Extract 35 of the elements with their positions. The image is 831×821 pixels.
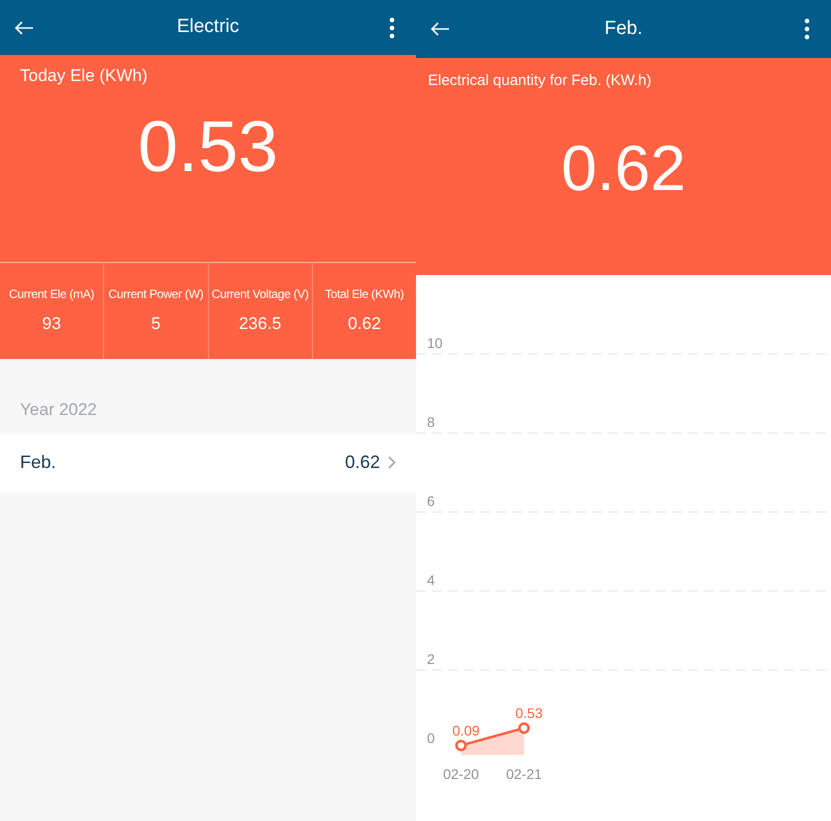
back-arrow-icon bbox=[14, 20, 34, 36]
month-label: Feb. bbox=[20, 450, 56, 474]
stat-value: 5 bbox=[151, 313, 161, 336]
more-icon bbox=[804, 18, 810, 40]
hero-label: Electrical quantity for Feb. (KW.h) bbox=[428, 71, 652, 91]
back-arrow-icon bbox=[430, 21, 450, 37]
stat-label: Current Voltage (V) bbox=[212, 286, 309, 304]
y-tick-label: 2 bbox=[427, 651, 435, 667]
stat-label: Current Ele (mA) bbox=[9, 286, 94, 304]
hero-label: Today Ele (KWh) bbox=[20, 65, 148, 87]
data-point bbox=[455, 740, 467, 752]
data-label: 0.53 bbox=[515, 705, 543, 722]
more-icon bbox=[388, 16, 395, 38]
stat-label: Current Power (W) bbox=[108, 286, 204, 304]
x-tick-label: 02-20 bbox=[443, 766, 479, 782]
section-title: Year 2022 bbox=[20, 399, 98, 421]
stat-value: 0.62 bbox=[348, 313, 381, 336]
y-tick-label: 4 bbox=[427, 572, 435, 588]
month-value: 0.62 bbox=[344, 450, 380, 474]
hero-value: 0.53 bbox=[138, 110, 278, 182]
screen-title: Feb. bbox=[604, 16, 643, 41]
data-label: 0.09 bbox=[452, 722, 480, 738]
screen-title: Electric bbox=[176, 15, 240, 40]
stat-value: 93 bbox=[42, 313, 62, 336]
month-row[interactable]: Feb. 0.62 bbox=[0, 432, 416, 492]
stat-label: Total Ele (KWh) bbox=[324, 286, 404, 304]
chevron-right-icon bbox=[388, 456, 396, 468]
y-tick-label: 10 bbox=[427, 335, 443, 351]
y-tick-label: 8 bbox=[427, 414, 435, 430]
stat-value: 236.5 bbox=[238, 313, 282, 336]
y-tick-label: 6 bbox=[427, 493, 435, 509]
data-point bbox=[518, 722, 530, 734]
y-tick-label: 0 bbox=[427, 730, 435, 746]
x-tick-label: 02-21 bbox=[506, 766, 542, 782]
hero-value: 0.62 bbox=[561, 136, 686, 200]
